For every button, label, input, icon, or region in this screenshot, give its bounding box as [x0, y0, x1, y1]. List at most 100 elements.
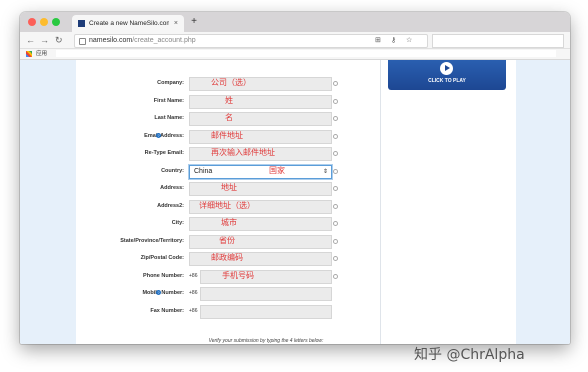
- required-indicator-icon: [333, 203, 338, 209]
- form-row: Country: China ⇕ 国家: [76, 164, 376, 179]
- phone-prefix: +86: [189, 272, 198, 279]
- verify-instructions: Verify your submission by typing the 4 l…: [208, 338, 324, 344]
- new-tab-button[interactable]: +: [188, 17, 200, 28]
- help-icon[interactable]: ?: [156, 290, 161, 295]
- page-body: Company: 公司（选） First Name: 姓 Last Name: 名 Emai…: [76, 60, 516, 344]
- country-select[interactable]: China ⇕: [189, 164, 332, 179]
- phone-prefix: +86: [189, 290, 198, 296]
- close-window-button[interactable]: [28, 18, 36, 26]
- apps-icon[interactable]: [26, 51, 32, 57]
- text-input[interactable]: [189, 94, 332, 109]
- url-text: namesilo.com/create_account.php: [89, 35, 196, 47]
- address-bar[interactable]: namesilo.com/create_account.php ⊞ ⚷ ☆: [74, 34, 428, 48]
- required-indicator-icon: [333, 98, 338, 104]
- required-indicator-icon: [333, 151, 338, 156]
- field-label: First Name:: [153, 97, 184, 104]
- required-indicator-icon: [333, 81, 338, 86]
- required-indicator-icon: [333, 186, 338, 191]
- field-annotation: 国家: [269, 165, 285, 175]
- required-indicator-icon: [333, 221, 338, 226]
- form-row: Re-Type Email: 再次输入邮件地址: [76, 146, 376, 161]
- browser-window: Create a new NameSilo.com a... × + ← → ↻…: [20, 12, 570, 344]
- video-thumbnail[interactable]: CLICK TO PLAY: [388, 60, 506, 90]
- maximize-window-button[interactable]: [52, 18, 60, 26]
- text-input[interactable]: [189, 112, 332, 126]
- required-indicator-icon: [333, 256, 338, 261]
- url-path: /create_account.php: [132, 37, 196, 44]
- field-annotation: 邮件地址: [211, 130, 243, 140]
- form-row: Email Address:? 邮件地址: [76, 129, 376, 144]
- translate-icon[interactable]: ⊞: [375, 35, 381, 47]
- url-domain: namesilo.com: [89, 37, 133, 44]
- field-annotation: 名: [225, 113, 233, 122]
- text-input[interactable]: [189, 182, 332, 196]
- help-icon[interactable]: ?: [156, 132, 161, 138]
- forward-arrow-icon[interactable]: →: [40, 34, 49, 46]
- form-row: City: 城市: [76, 216, 376, 231]
- tab-bar: Create a new NameSilo.com a... × +: [20, 12, 570, 32]
- required-indicator-icon: [333, 133, 338, 139]
- select-arrow-icon: ⇕: [322, 168, 328, 175]
- video-caption: CLICK TO PLAY: [428, 78, 466, 84]
- field-annotation: 公司（选）: [211, 78, 251, 87]
- apps-bookmark-label[interactable]: 应用: [36, 49, 47, 59]
- field-annotation: 姓: [225, 95, 233, 105]
- tab-create-account[interactable]: Create a new NameSilo.com a... ×: [72, 15, 184, 32]
- close-tab-icon[interactable]: ×: [174, 15, 178, 32]
- minimize-window-button[interactable]: [40, 18, 48, 26]
- field-annotation: 详细地址（选）: [199, 200, 255, 210]
- form-row: Address: 地址: [76, 181, 376, 196]
- field-label: Mobile Number:: [142, 290, 184, 296]
- key-icon[interactable]: ⚷: [391, 35, 396, 47]
- reload-icon[interactable]: ↻: [55, 34, 63, 46]
- text-input[interactable]: [200, 269, 332, 284]
- text-input[interactable]: [189, 217, 332, 231]
- play-icon[interactable]: [440, 62, 453, 75]
- field-label: Last Name:: [154, 115, 184, 121]
- field-label: Address2:: [157, 202, 184, 209]
- field-label: Company:: [157, 80, 184, 86]
- browser-toolbar: ← → ↻ namesilo.com/create_account.php ⊞ …: [20, 32, 570, 49]
- text-input[interactable]: [200, 304, 332, 319]
- namesilo-favicon-icon: [78, 20, 85, 27]
- field-label: Email Address:: [144, 132, 184, 139]
- field-label: City:: [171, 220, 184, 226]
- column-divider: [380, 60, 381, 344]
- form-row: First Name: 姓: [76, 94, 376, 109]
- text-input[interactable]: [189, 234, 332, 249]
- form-row: State/Province/Territory: 省份: [76, 234, 376, 249]
- form-row: Mobile Number:? +86: [76, 286, 376, 301]
- back-arrow-icon[interactable]: ←: [26, 34, 35, 46]
- field-label: Address:: [160, 185, 184, 191]
- watermark: 知乎 @ChrAlpha: [414, 347, 525, 363]
- field-annotation: 省份: [219, 235, 235, 245]
- form-row: Address2: 详细地址（选）: [76, 199, 376, 214]
- tab-title: Create a new NameSilo.com a...: [89, 20, 169, 27]
- field-annotation: 邮政编码: [211, 253, 243, 262]
- required-indicator-icon: [333, 116, 338, 121]
- field-label: Country:: [161, 167, 184, 174]
- form-row: Phone Number: +86 手机号码: [76, 269, 376, 284]
- page-content: Company: 公司（选） First Name: 姓 Last Name: 名 Emai…: [20, 60, 570, 344]
- page-info-icon[interactable]: [79, 38, 86, 45]
- required-indicator-icon: [333, 273, 338, 279]
- field-label: State/Province/Territory:: [120, 237, 184, 244]
- country-selected-value: China: [194, 167, 213, 175]
- bookmarks-bar: 应用: [20, 49, 570, 60]
- phone-prefix: +86: [189, 307, 198, 314]
- bookmarks-bar-area: [56, 50, 556, 57]
- form-row: Company: 公司（选）: [76, 76, 376, 91]
- field-label: Phone Number:: [143, 272, 184, 279]
- text-input[interactable]: [200, 287, 332, 301]
- required-indicator-icon: [333, 168, 338, 174]
- form-row: Fax Number: +86: [76, 304, 376, 319]
- field-annotation: 地址: [221, 183, 237, 192]
- field-annotation: 手机号码: [222, 270, 254, 280]
- required-indicator-icon: [333, 238, 338, 244]
- field-annotation: 城市: [221, 218, 237, 227]
- field-annotation: 再次输入邮件地址: [211, 148, 275, 157]
- field-label: Fax Number:: [150, 307, 184, 314]
- form-row: Last Name: 名: [76, 111, 376, 126]
- bookmark-star-icon[interactable]: ☆: [406, 35, 412, 47]
- extension-area[interactable]: [432, 34, 564, 48]
